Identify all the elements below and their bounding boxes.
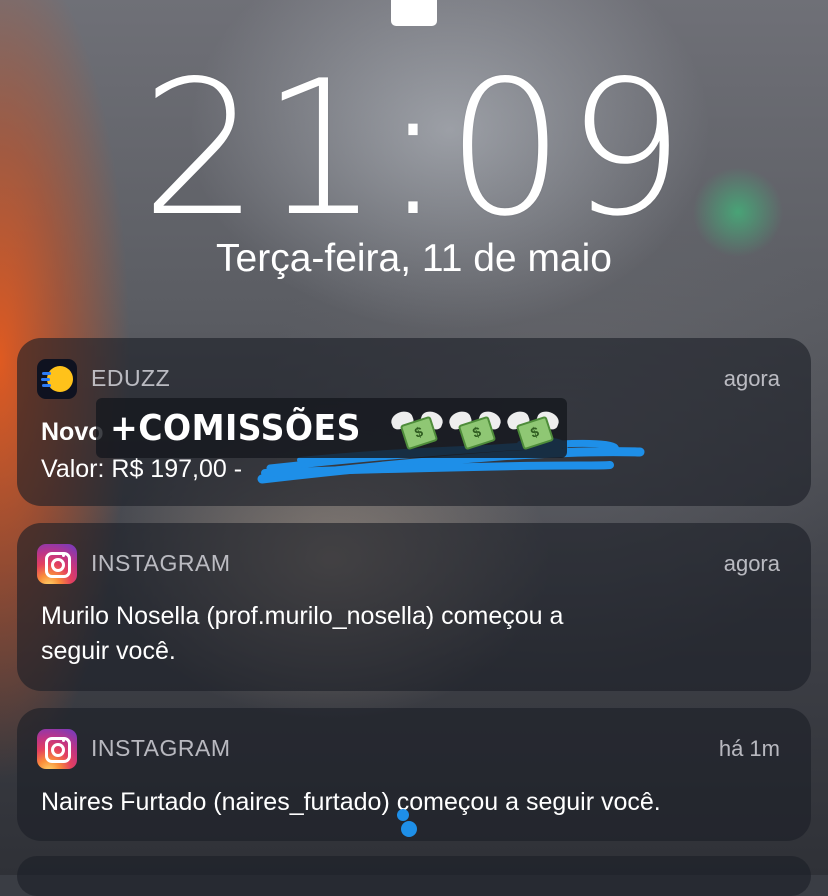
notification-partial[interactable] — [17, 856, 811, 896]
redaction-dots — [397, 809, 417, 837]
